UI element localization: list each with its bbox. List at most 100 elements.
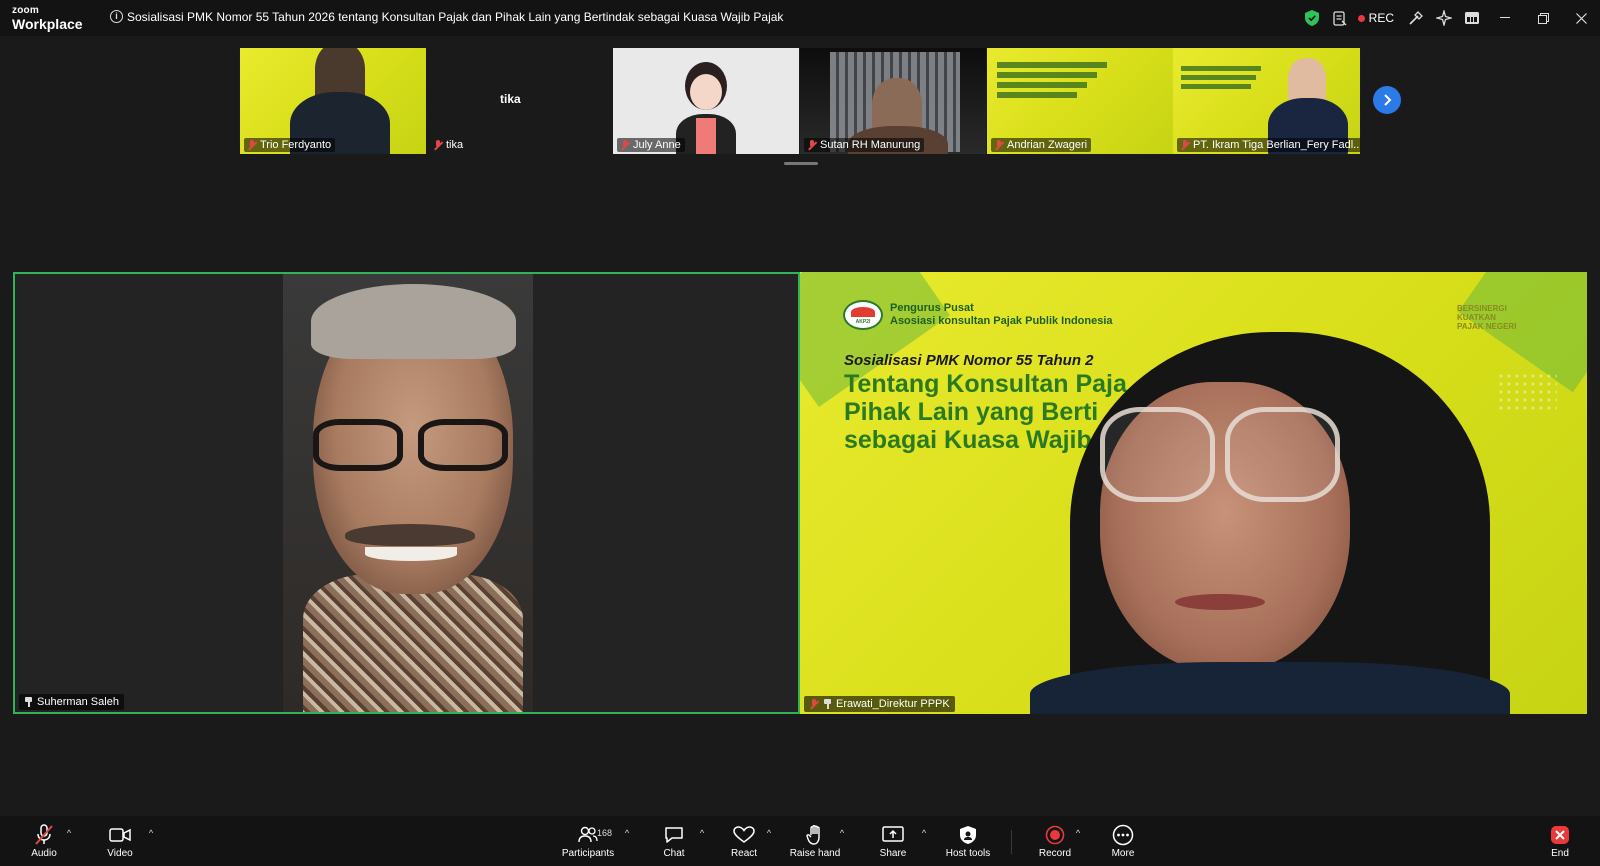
brand-large: Workplace [12,16,83,32]
smile [365,547,457,561]
video-button[interactable]: Video [90,824,150,859]
slide-org-line1: Pengurus Pusat [890,302,974,314]
thumbnail-name: Trio Ferdyanto [260,139,332,151]
slide-line3: sebagai Kuasa Wajib [844,426,1092,454]
slide-heading: Sosialisasi PMK Nomor 55 Tahun 2 [844,352,1094,369]
video-label: Video [107,848,133,859]
meeting-info-icon[interactable]: i [110,10,123,23]
brand-small: zoom [12,5,39,16]
host-tools-button[interactable]: Host tools [938,824,998,859]
pin-icon [24,697,33,707]
corner-line2: KUATKAN [1457,313,1496,322]
video-tile-erawati[interactable]: AKP2I Pengurus Pusat Asosiasi konsultan … [800,272,1587,714]
minimize-button[interactable] [1486,0,1524,36]
slide-text-line [1181,75,1256,80]
thumbnail-name-tag: tika [430,138,467,152]
thumbnail-andrian-zwageri[interactable]: Andrian Zwageri [987,48,1173,154]
slide-corner-text: BERSINERGI KUATKAN PAJAK NEGERI [1457,304,1547,331]
audio-options-caret[interactable]: ^ [64,828,74,838]
mic-muted-icon [994,140,1004,150]
thumbnail-july-anne[interactable]: July Anne [613,48,799,154]
glasses-right-lens [1225,407,1340,502]
audio-label: Audio [31,848,57,859]
close-button[interactable] [1562,0,1600,36]
more-button[interactable]: More [1093,824,1153,859]
video-tile-suherman-saleh[interactable]: Suherman Saleh [13,272,800,714]
logo-arc [851,307,875,317]
mic-muted-icon [807,140,817,150]
shield-icon[interactable] [1298,0,1326,36]
apps-icon[interactable] [1458,0,1486,36]
restore-button[interactable] [1524,0,1562,36]
slide-line1: Tentang Konsultan Paja [844,370,1127,398]
more-icon [1112,824,1134,846]
recording-dot-icon [1357,14,1365,22]
hand-icon [806,824,824,846]
video-name-tag: Erawati_Direktur PPPK [804,696,955,712]
ai-companion-icon[interactable] [1430,0,1458,36]
chat-icon [664,824,684,846]
participant-name: Suherman Saleh [37,696,119,708]
mic-muted-icon [433,140,443,150]
glasses-right-lens [418,419,508,471]
next-page-button[interactable] [1373,86,1401,114]
thumbnail-name: July Anne [633,139,681,151]
title-bar: zoom Workplace i Sosialisasi PMK Nomor 5… [0,0,1600,36]
mic-muted-icon [247,140,257,150]
thumbnail-name-tag: Andrian Zwageri [991,138,1092,152]
chat-button[interactable]: Chat [644,824,704,859]
annotate-icon[interactable] [1402,0,1430,36]
participants-label: Participants [561,848,615,859]
mic-muted-icon [809,699,819,709]
mic-muted-icon [1180,140,1190,150]
raise-hand-button[interactable]: Raise hand [785,824,845,859]
chat-label: Chat [663,848,685,859]
thumbnail-name-tag: PT. Ikram Tiga Berlian_Fery Fadl... [1177,138,1360,152]
thumbnail-sutan-rh-manurung[interactable]: Sutan RH Manurung [800,48,986,154]
notes-icon[interactable] [1326,0,1354,36]
participant-video [283,274,533,712]
slide-text-line [997,92,1077,98]
recording-indicator[interactable]: REC [1357,11,1394,25]
participant-name: Erawati_Direktur PPPK [836,698,950,710]
participants-options-caret[interactable]: ^ [622,828,632,838]
meeting-title: Sosialisasi PMK Nomor 55 Tahun 2026 tent… [127,10,784,24]
end-button[interactable]: End [1530,824,1590,859]
plaid-shirt [303,574,523,712]
share-button[interactable]: Share [863,824,923,859]
chat-options-caret[interactable]: ^ [697,828,707,838]
share-options-caret[interactable]: ^ [919,828,929,838]
participant-head [1288,58,1326,102]
slide-text-line [997,62,1107,68]
raise-hand-options-caret[interactable]: ^ [837,828,847,838]
video-options-caret[interactable]: ^ [146,828,156,838]
slide-line2: Pihak Lain yang Berti [844,398,1099,426]
thumbnail-pt-ikram-tiga-berlian[interactable]: PT. Ikram Tiga Berlian_Fery Fadl... [1173,48,1360,154]
react-options-caret[interactable]: ^ [764,828,774,838]
slide-text-line [997,82,1087,88]
share-screen-icon [882,824,904,846]
zoom-meeting-window: zoom Workplace i Sosialisasi PMK Nomor 5… [0,0,1600,866]
slide-org-line2: Asosiasi konsultan Pajak Publik Indonesi… [890,315,1113,327]
host-tools-label: Host tools [945,848,991,859]
camera-off-name: tika [500,92,521,106]
thumbnail-trio-ferdyanto[interactable]: Trio Ferdyanto [240,48,426,154]
end-meeting-icon [1550,824,1570,846]
thumbnail-name: Sutan RH Manurung [820,139,921,151]
akp2i-logo: AKP2I [843,300,883,330]
host-tools-shield-icon [959,824,977,846]
record-icon [1045,824,1065,846]
participants-icon [578,824,598,846]
strip-resize-handle[interactable] [784,162,818,165]
glasses-left-lens [313,419,403,471]
glasses-left-lens [1100,407,1215,502]
thumbnail-name: PT. Ikram Tiga Berlian_Fery Fadl... [1193,139,1360,151]
share-label: Share [879,848,907,859]
mic-muted-icon [34,824,54,846]
record-options-caret[interactable]: ^ [1073,828,1083,838]
end-label: End [1551,848,1569,859]
toolbar-separator [1011,830,1012,854]
avatar-shirt [696,118,716,154]
participants-button[interactable]: Participants [553,824,623,859]
record-label: Record [1038,848,1072,859]
